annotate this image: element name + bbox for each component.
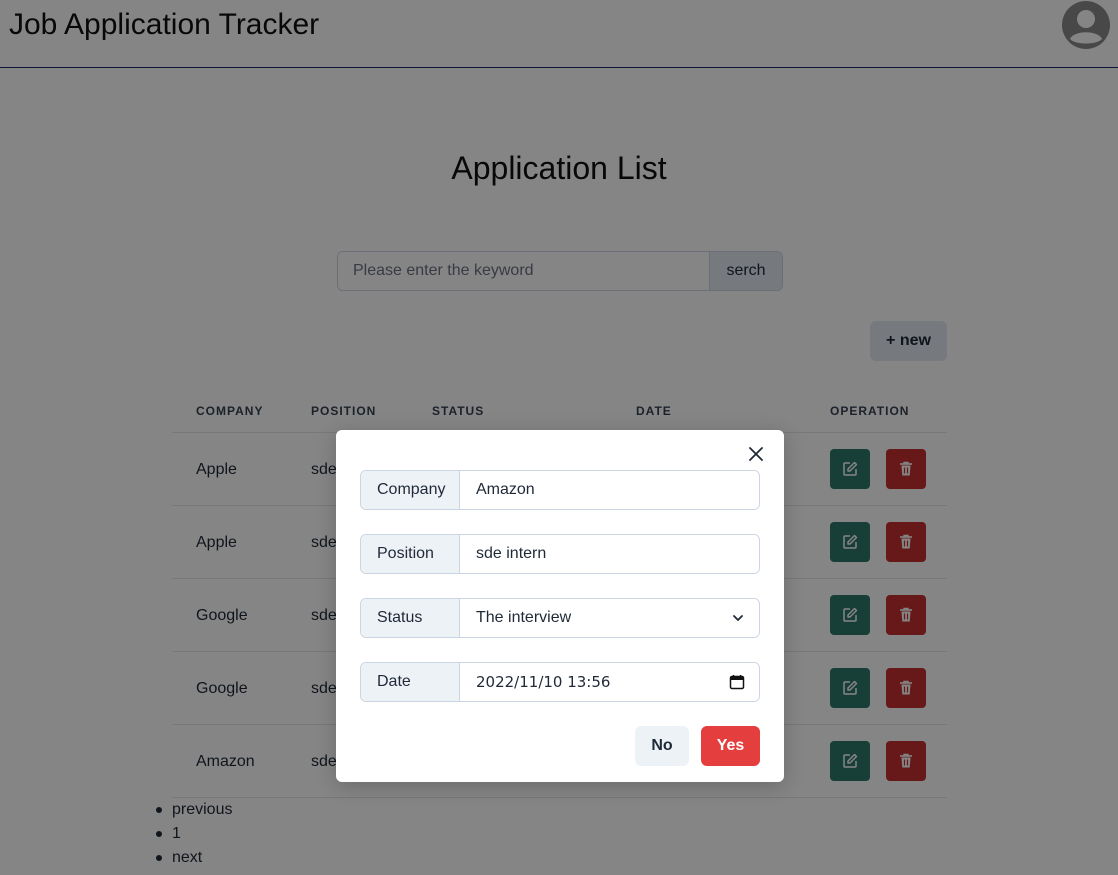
calendar-icon[interactable] bbox=[729, 674, 745, 690]
position-label: Position bbox=[361, 535, 460, 573]
edit-application-modal: Company Amazon Position sde intern Statu… bbox=[336, 430, 784, 782]
date-input[interactable]: 2022/11/10 13:56 bbox=[460, 663, 759, 701]
date-label: Date bbox=[361, 663, 460, 701]
status-select[interactable]: The interview bbox=[460, 599, 759, 637]
date-value: 2022/11/10 13:56 bbox=[476, 673, 611, 691]
date-field: Date 2022/11/10 13:56 bbox=[360, 662, 760, 702]
company-field: Company Amazon bbox=[360, 470, 760, 510]
yes-button[interactable]: Yes bbox=[701, 726, 760, 766]
status-label: Status bbox=[361, 599, 460, 637]
company-label: Company bbox=[361, 471, 460, 509]
no-button[interactable]: No bbox=[635, 726, 689, 766]
chevron-down-icon bbox=[733, 615, 743, 621]
position-input[interactable]: sde intern bbox=[460, 535, 759, 573]
close-button[interactable] bbox=[744, 442, 768, 466]
status-selected-value: The interview bbox=[476, 609, 572, 626]
status-field: Status The interview bbox=[360, 598, 760, 638]
close-icon bbox=[749, 447, 763, 461]
position-field: Position sde intern bbox=[360, 534, 760, 574]
company-input[interactable]: Amazon bbox=[460, 471, 759, 509]
